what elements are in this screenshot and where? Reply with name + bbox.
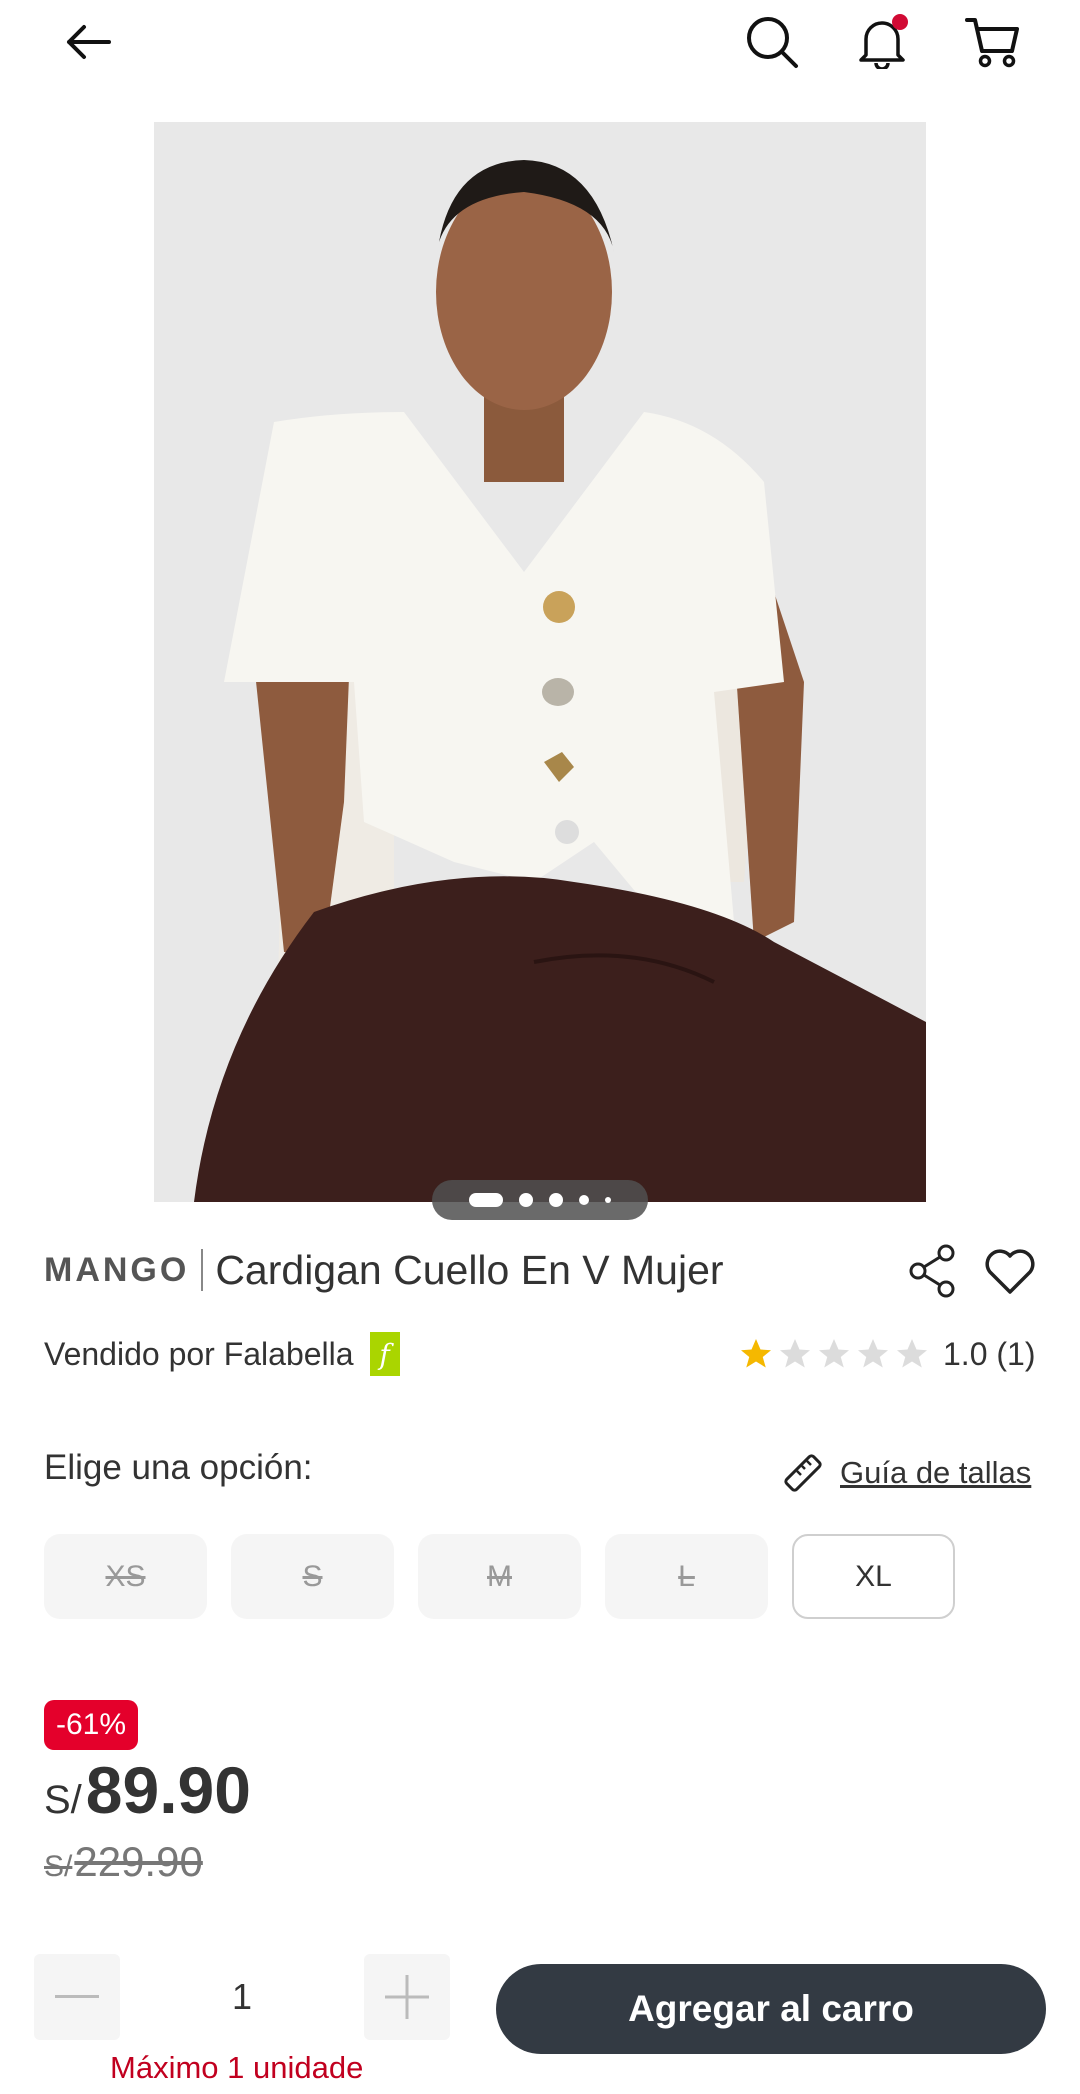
add-to-cart-button[interactable]: Agregar al carro	[496, 1964, 1046, 2054]
plus-icon	[385, 1975, 429, 2019]
quantity-decrease-button[interactable]	[34, 1954, 120, 2040]
ruler-icon	[784, 1454, 822, 1492]
title-divider	[201, 1249, 204, 1291]
product-image[interactable]	[154, 122, 926, 1202]
pagination-dot[interactable]	[549, 1193, 563, 1207]
quantity-increase-button[interactable]	[364, 1954, 450, 2040]
price-currency: S/	[44, 1778, 82, 1822]
arrow-left-icon[interactable]	[52, 6, 124, 78]
star-empty-icon	[819, 1339, 849, 1368]
share-icon[interactable]	[908, 1243, 958, 1299]
size-selector: XS S M L XL	[44, 1534, 955, 1619]
size-option-m[interactable]: M	[418, 1534, 581, 1619]
gallery-pagination[interactable]	[432, 1180, 648, 1220]
pagination-dot[interactable]	[605, 1197, 611, 1203]
option-label: Elige una opción:	[44, 1448, 313, 1487]
seller-text: Vendido por Falabella	[44, 1335, 354, 1372]
search-icon[interactable]	[736, 6, 808, 78]
product-title-row: MANGO Cardigan Cuello En V Mujer	[44, 1240, 1036, 1300]
current-price: S/ 89.90	[44, 1752, 251, 1828]
size-guide-text[interactable]: Guía de tallas	[840, 1455, 1031, 1491]
seller-info: Vendido por Falabella f	[44, 1330, 400, 1378]
original-price: S/ 229.90	[44, 1838, 203, 1886]
product-name: Cardigan Cuello En V Mujer	[215, 1246, 724, 1293]
size-option-xl[interactable]: XL	[792, 1534, 955, 1619]
falabella-badge: f	[369, 1332, 400, 1376]
pagination-dot-active[interactable]	[469, 1193, 503, 1207]
cart-icon[interactable]	[956, 6, 1028, 78]
size-guide-link[interactable]: Guía de tallas	[780, 1448, 1031, 1498]
size-option-s[interactable]: S	[231, 1534, 394, 1619]
product-rating[interactable]: 1.0 (1)	[738, 1330, 1035, 1378]
star-empty-icon	[780, 1339, 810, 1368]
star-empty-icon	[858, 1339, 888, 1368]
rating-text: 1.0 (1)	[943, 1335, 1036, 1372]
discount-badge: -61%	[44, 1700, 139, 1750]
notification-dot	[892, 14, 908, 30]
original-price-value: 229.90	[74, 1838, 203, 1885]
star-empty-icon	[897, 1339, 927, 1368]
minus-icon	[55, 1995, 99, 1998]
pagination-dot[interactable]	[519, 1193, 533, 1207]
top-bar	[0, 0, 1080, 120]
size-option-xs[interactable]: XS	[44, 1534, 207, 1619]
original-price-currency: S/	[44, 1850, 73, 1883]
quantity-value[interactable]: 1	[120, 1954, 364, 2040]
price-value: 89.90	[85, 1753, 251, 1827]
max-quantity-note: Máximo 1 unidade	[110, 2050, 364, 2085]
brand-name[interactable]: MANGO	[44, 1251, 189, 1290]
bell-icon[interactable]	[846, 6, 918, 78]
heart-icon[interactable]	[982, 1243, 1038, 1299]
pagination-dot[interactable]	[579, 1195, 589, 1205]
size-option-l[interactable]: L	[605, 1534, 768, 1619]
star-filled-icon	[741, 1339, 771, 1368]
